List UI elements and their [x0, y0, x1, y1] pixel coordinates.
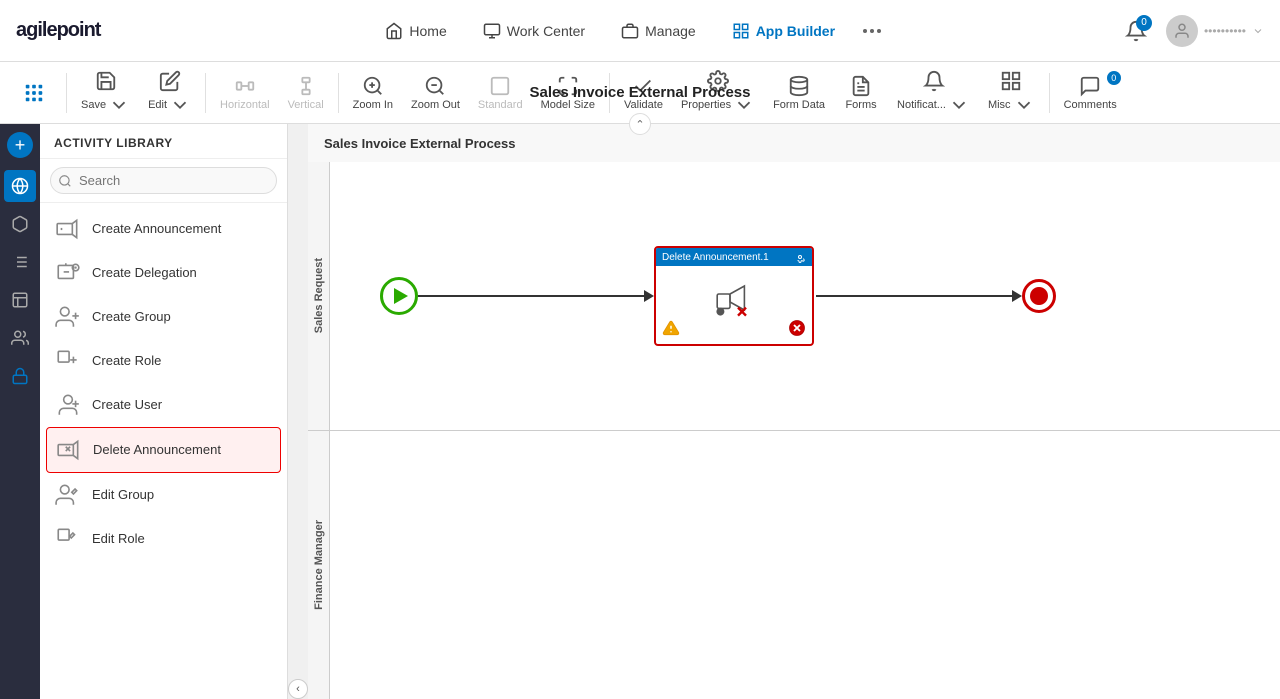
sidebar-icon-two[interactable] — [4, 208, 36, 240]
nav-right-actions: 0 •••••••••• — [1118, 13, 1264, 49]
node-settings-icon[interactable] — [794, 251, 806, 263]
horizontal-button[interactable]: Horizontal — [212, 71, 278, 115]
zoom-out-button[interactable]: Zoom Out — [403, 71, 468, 115]
list-item-create-user[interactable]: Create User — [40, 383, 287, 427]
create-role-icon — [54, 347, 82, 375]
list-item-create-announcement[interactable]: Create Announcement — [40, 207, 287, 251]
create-user-icon — [54, 391, 82, 419]
notifications-button[interactable]: 0 — [1118, 13, 1154, 49]
process-title: Sales Invoice External Process — [530, 84, 751, 101]
arrow-line-1 — [418, 295, 648, 297]
nav-manage[interactable]: Manage — [607, 16, 710, 46]
search-icon — [58, 174, 72, 188]
node-icon — [712, 282, 756, 325]
activity-search-container — [40, 159, 287, 203]
save-button[interactable]: Save — [73, 66, 138, 120]
top-navigation: agilepoint Home Work Center Manage App B… — [0, 0, 1280, 62]
notification-badge: 0 — [1136, 15, 1152, 31]
edit-group-icon — [54, 481, 82, 509]
list-item-edit-group[interactable]: Edit Group — [40, 473, 287, 517]
end-node[interactable] — [1022, 279, 1056, 313]
zoom-in-button[interactable]: Zoom In — [345, 71, 401, 115]
panel-collapse-button[interactable]: ‹ — [288, 679, 308, 699]
edit-button[interactable]: Edit — [140, 66, 199, 120]
process-canvas[interactable]: Sales Invoice External Process Sales Req… — [308, 124, 1280, 699]
sidebar-icon-strip: + — [0, 124, 40, 699]
start-node[interactable] — [380, 277, 418, 315]
create-announcement-icon — [54, 215, 82, 243]
nav-home[interactable]: Home — [371, 16, 460, 46]
main-layout: + ACTIVITY LIBRARY — [0, 124, 1280, 699]
delete-badge — [788, 319, 806, 340]
lane1-header: Sales Request — [308, 162, 330, 430]
user-dropdown-icon — [1252, 25, 1264, 37]
misc-button[interactable]: Misc — [980, 66, 1043, 120]
node-title: Delete Announcement.1 — [662, 252, 769, 263]
sidebar-icon-six[interactable] — [4, 360, 36, 392]
add-activity-button[interactable]: + — [7, 132, 33, 158]
list-item-edit-role[interactable]: Edit Role — [40, 517, 287, 561]
delete-announcement-icon — [55, 436, 83, 464]
delete-announcement-node[interactable]: Delete Announcement.1 — [654, 246, 814, 346]
notifications-toolbar-button[interactable]: Notificat... — [889, 66, 978, 120]
list-item-delete-announcement[interactable]: Delete Announcement — [46, 427, 281, 473]
user-menu[interactable]: •••••••••• — [1166, 15, 1264, 47]
arrow-head-2 — [1012, 290, 1022, 302]
toolbar-collapse-button[interactable]: ⌃ — [629, 113, 651, 135]
comments-button[interactable]: 0 Comments — [1056, 71, 1125, 115]
nav-appbuilder[interactable]: App Builder — [718, 16, 849, 46]
apps-grid-button[interactable] — [8, 78, 60, 108]
create-group-icon — [54, 303, 82, 331]
edit-role-icon — [54, 525, 82, 553]
create-delegation-icon — [54, 259, 82, 287]
activity-library-panel: ACTIVITY LIBRARY Create Announcement — [40, 124, 288, 699]
list-item-create-delegation[interactable]: Create Delegation — [40, 251, 287, 295]
sidebar-icon-three[interactable] — [4, 246, 36, 278]
forms-button[interactable]: Forms — [835, 71, 887, 115]
warning-badge — [662, 319, 680, 340]
activity-list: Create Announcement Create Delegation — [40, 203, 287, 699]
nav-workcenter[interactable]: Work Center — [469, 16, 599, 46]
app-logo[interactable]: agilepoint — [16, 13, 100, 49]
list-item-create-group[interactable]: Create Group — [40, 295, 287, 339]
user-avatar — [1166, 15, 1198, 47]
sidebar-icon-four[interactable] — [4, 284, 36, 316]
arrow-head-1 — [644, 290, 654, 302]
sidebar-icon-five[interactable] — [4, 322, 36, 354]
canvas-process-label: Sales Invoice External Process — [324, 136, 516, 151]
vertical-button[interactable]: Vertical — [280, 71, 332, 115]
standard-button[interactable]: Standard — [470, 71, 531, 115]
comments-badge: 0 — [1107, 71, 1121, 85]
search-input[interactable] — [50, 167, 277, 194]
activity-library-header: ACTIVITY LIBRARY — [40, 124, 287, 159]
sidebar-icon-activities[interactable] — [4, 170, 36, 202]
more-nav-button[interactable] — [857, 29, 887, 33]
nav-menu: Home Work Center Manage App Builder — [140, 16, 1118, 46]
process-toolbar: Save Edit Horizontal Vertical Zoom In Zo… — [0, 62, 1280, 124]
lane2-header: Finance Manager — [308, 431, 330, 699]
arrow-line-2 — [816, 295, 1016, 297]
lane2-content — [330, 431, 1280, 699]
form-data-button[interactable]: Form Data — [765, 71, 833, 115]
list-item-create-role[interactable]: Create Role — [40, 339, 287, 383]
